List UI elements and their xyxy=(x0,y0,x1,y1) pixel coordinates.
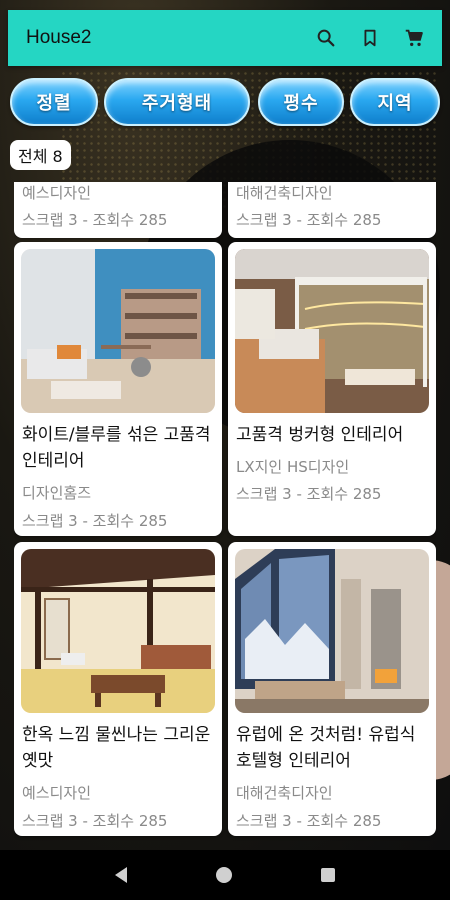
card-stats: 스크랩 3 - 조회수 285 xyxy=(236,485,382,503)
listing-card[interactable]: 유럽에 온 것처럼! 유럽식 호텔형 인테리어 대해건축디자인 스크랩 3 - … xyxy=(228,542,436,836)
card-stats: 스크랩 3 - 조회수 285 xyxy=(22,512,168,530)
card-title: 유럽에 온 것처럼! 유럽식 호텔형 인테리어 xyxy=(236,725,416,771)
card-photo xyxy=(21,249,215,413)
cart-icon[interactable] xyxy=(402,26,426,50)
card-designer: 대해건축디자인 xyxy=(236,784,333,802)
filter-housing-type-button[interactable]: 주거형태 xyxy=(104,78,250,126)
filter-region-button[interactable]: 지역 xyxy=(350,78,440,126)
card-stats: 스크랩 3 - 조회수 285 xyxy=(236,812,382,830)
listing-card[interactable]: 화이트/블루를 섞은 고품격 인테리어 디자인홈즈 스크랩 3 - 조회수 28… xyxy=(14,242,222,536)
card-title: 화이트/블루를 섞은 고품격 인테리어 xyxy=(22,425,211,471)
card-photo xyxy=(21,549,215,713)
listing-card[interactable]: 예스디자인 스크랩 3 - 조회수 285 xyxy=(14,182,222,238)
bookmark-icon[interactable] xyxy=(358,26,382,50)
home-icon[interactable] xyxy=(215,867,232,883)
system-nav-bar xyxy=(0,850,450,900)
search-icon[interactable] xyxy=(314,26,338,50)
card-stats: 스크랩 3 - 조회수 285 xyxy=(22,812,168,830)
listing-card[interactable]: 고품격 벙커형 인테리어 LX지인 HS디자인 스크랩 3 - 조회수 285 xyxy=(228,242,436,536)
card-photo xyxy=(235,249,429,413)
back-icon[interactable] xyxy=(114,867,127,883)
card-title: 고품격 벙커형 인테리어 xyxy=(236,425,404,445)
filter-size-button[interactable]: 평수 xyxy=(258,78,344,126)
card-title: 한옥 느낌 물씬나는 그리운 옛맛 xyxy=(22,725,211,771)
result-count-badge: 전체 8 xyxy=(10,140,71,170)
card-stats: 스크랩 3 - 조회수 285 xyxy=(22,211,168,229)
card-designer: 예스디자인 xyxy=(22,784,92,802)
card-stats: 스크랩 3 - 조회수 285 xyxy=(236,211,382,229)
listing-card[interactable]: 한옥 느낌 물씬나는 그리운 옛맛 예스디자인 스크랩 3 - 조회수 285 xyxy=(14,542,222,836)
filter-sort-button[interactable]: 정렬 xyxy=(10,78,98,126)
card-photo xyxy=(235,549,429,713)
app-title: House2 xyxy=(26,27,92,48)
card-designer: 예스디자인 xyxy=(22,184,92,202)
filter-bar: 정렬 주거형태 평수 지역 xyxy=(10,78,442,126)
listing-grid: 예스디자인 스크랩 3 - 조회수 285 대해건축디자인 스크랩 3 - 조회… xyxy=(14,182,436,850)
recents-icon[interactable] xyxy=(321,868,336,882)
card-designer: 디자인홈즈 xyxy=(22,484,92,502)
card-designer: 대해건축디자인 xyxy=(236,184,333,202)
card-designer: LX지인 HS디자인 xyxy=(236,458,350,476)
app-bar: House2 xyxy=(8,10,442,66)
listing-card[interactable]: 대해건축디자인 스크랩 3 - 조회수 285 xyxy=(228,182,436,238)
